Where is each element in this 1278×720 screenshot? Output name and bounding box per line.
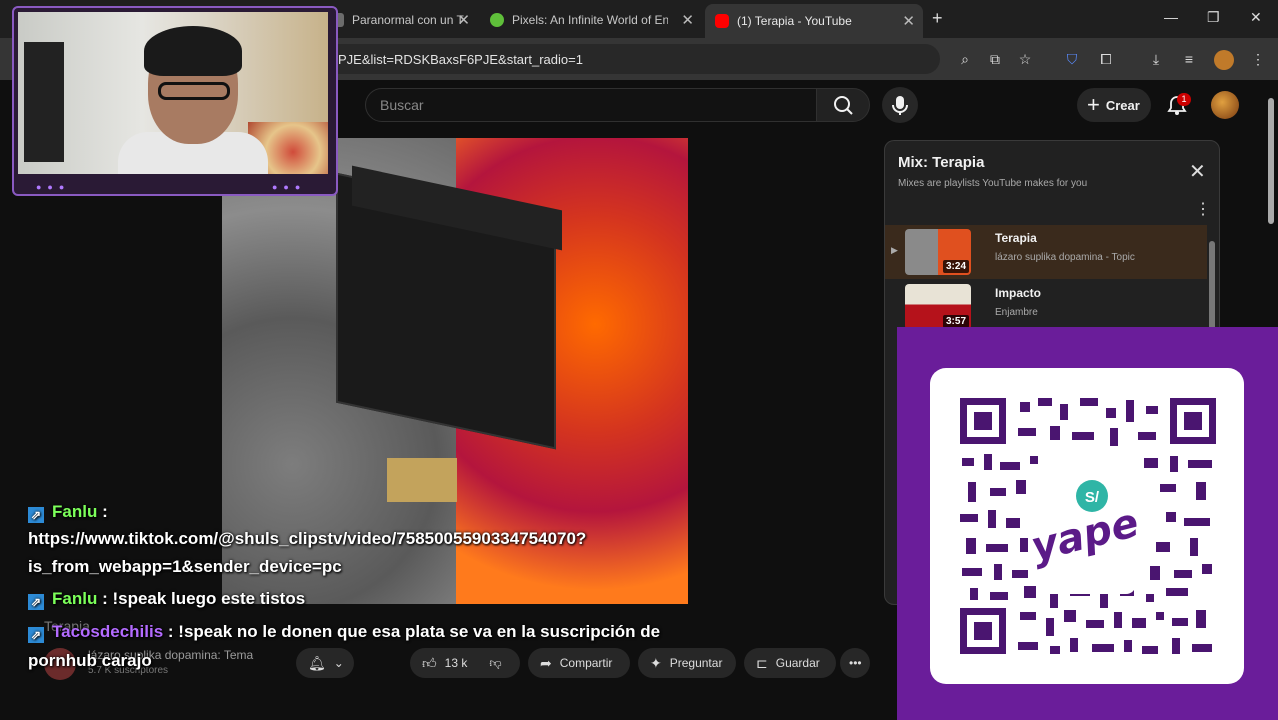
- chat-message-text: !speak luego este tistos: [112, 589, 306, 608]
- search-input[interactable]: Buscar: [365, 88, 817, 122]
- save-label: Guardar: [775, 656, 820, 670]
- glasses-image: [158, 82, 230, 100]
- playlist-item-title: Impacto: [995, 286, 1042, 300]
- account-avatar[interactable]: [1211, 91, 1239, 119]
- playlist-item[interactable]: 3:57 Impacto Enjambre: [885, 280, 1207, 334]
- zoom-icon[interactable]: ⌕: [956, 50, 974, 68]
- chat-separator: :: [97, 502, 108, 521]
- save-button[interactable]: ⊏ Guardar: [744, 648, 836, 678]
- thumbs-down-icon[interactable]: 👎︎: [489, 656, 501, 671]
- playlist-item-artist: lázaro suplika dopamina - Topic: [995, 252, 1135, 263]
- like-count: 13 k: [444, 656, 468, 670]
- create-label: Crear: [1105, 97, 1140, 113]
- more-horizontal-icon: •••: [849, 656, 862, 670]
- minimize-icon[interactable]: —: [1164, 9, 1178, 25]
- now-playing-icon: ▶: [891, 245, 898, 255]
- media-control-icon[interactable]: ≡: [1180, 50, 1198, 68]
- share-label: Compartir: [559, 656, 613, 670]
- chat-badge-icon: ⇗: [28, 627, 44, 643]
- share-button[interactable]: ➦ Compartir: [528, 648, 630, 678]
- bell-icon: 🔔︎: [308, 654, 326, 671]
- background-tv-image: [24, 42, 64, 162]
- yape-currency-text: S/: [1085, 489, 1100, 506]
- more-vertical-icon[interactable]: ⋮: [1195, 199, 1211, 219]
- video-thumbnail: 3:24: [905, 229, 971, 275]
- chat-username: Fanlu: [52, 502, 98, 521]
- tab-title: Pixels: An Infinite World of Endl: [512, 13, 668, 27]
- webcam-deco-dots: ●●●: [272, 182, 307, 192]
- share-icon: ➦: [540, 654, 552, 671]
- url-text[interactable]: PJE&list=RDSKBaxsF6PJE&start_radio=1: [338, 52, 583, 67]
- voice-search-button[interactable]: [882, 87, 918, 123]
- notification-bell-pill[interactable]: 🔔︎ ⌄: [296, 648, 354, 678]
- search-button[interactable]: [816, 88, 870, 122]
- chat-message-text: https://www.tiktok.com/@shuls_clipstv/vi…: [28, 529, 587, 548]
- yape-qr-code-icon: S/ yape: [960, 398, 1216, 654]
- chat-message-text: pornhub carajo: [28, 651, 152, 670]
- screen: Paranormal con un T ✕ Pixels: An Infinit…: [0, 0, 1278, 720]
- tab-title: (1) Terapia - YouTube: [737, 14, 852, 28]
- chat-username: Fanlu: [52, 589, 98, 608]
- create-button[interactable]: + Crear: [1077, 88, 1151, 122]
- close-icon[interactable]: ✕: [1189, 159, 1206, 184]
- ask-button[interactable]: ✦ Preguntar: [638, 648, 736, 678]
- video-thumbnail: 3:57: [905, 284, 971, 330]
- install-app-icon[interactable]: ⧉: [986, 50, 1004, 68]
- microphone-icon: [892, 96, 908, 115]
- tab-favicon-icon: [490, 13, 504, 27]
- bookmark-icon: ⊏: [756, 654, 768, 671]
- youtube-favicon-icon: [715, 14, 729, 28]
- chat-separator: :: [97, 589, 113, 608]
- more-actions-button[interactable]: •••: [840, 648, 870, 678]
- page-scrollbar[interactable]: [1268, 98, 1274, 224]
- chat-username: Tacosdechilis: [52, 622, 164, 641]
- tab-title: Paranormal con un T: [352, 13, 464, 27]
- restore-icon[interactable]: ❐: [1207, 9, 1220, 26]
- tab-paranormal[interactable]: Paranormal con un T ✕: [320, 6, 478, 34]
- ask-label: Preguntar: [669, 656, 723, 670]
- bookmark-star-icon[interactable]: ☆: [1016, 50, 1034, 68]
- chat-message-text: is_from_webapp=1&sender_device=pc: [28, 557, 342, 576]
- chat-badge-icon: ⇗: [28, 594, 44, 610]
- cardboard-label-image: [387, 458, 457, 502]
- chat-message-text: !speak no le donen que esa plata se va e…: [178, 622, 661, 641]
- new-tab-icon[interactable]: +: [932, 8, 943, 29]
- video-duration: 3:24: [942, 260, 969, 273]
- webcam-deco-dots: ●●●: [36, 182, 71, 192]
- close-tab-icon[interactable]: ✕: [457, 11, 470, 29]
- extension-shield-icon[interactable]: ⛉: [1063, 50, 1081, 68]
- chat-message: ⇗ Tacosdechilis : !speak no le donen que …: [28, 618, 660, 646]
- chat-message: ⇗ Fanlu :: [28, 498, 108, 526]
- chevron-down-icon: ⌄: [333, 656, 344, 670]
- playlist-item-title: Terapia: [995, 231, 1037, 245]
- profile-avatar-icon[interactable]: [1214, 50, 1234, 70]
- sparkle-icon: ✦: [650, 654, 662, 671]
- download-icon[interactable]: ⤓: [1147, 50, 1165, 68]
- plus-icon: +: [1087, 92, 1100, 117]
- mix-subtitle: Mixes are playlists YouTube makes for yo…: [898, 178, 1088, 189]
- chat-badge-icon: ⇗: [28, 507, 44, 523]
- playlist-scrollbar[interactable]: [1209, 241, 1215, 331]
- extensions-puzzle-icon[interactable]: ⧠: [1097, 50, 1115, 68]
- search-icon: [834, 96, 853, 115]
- close-tab-icon[interactable]: ✕: [681, 11, 694, 29]
- playlist-item-artist: Enjambre: [995, 307, 1038, 318]
- chat-message: ⇗ Fanlu : !speak luego este tistos: [28, 585, 305, 613]
- person-hair-image: [144, 26, 242, 76]
- close-window-icon[interactable]: ✕: [1250, 9, 1262, 26]
- like-dislike-pill[interactable]: 👍︎ 13 k 👎︎: [410, 648, 520, 678]
- close-tab-icon[interactable]: ✕: [902, 12, 915, 30]
- playlist-item[interactable]: ▶ 3:24 Terapia lázaro suplika dopamina -…: [885, 225, 1207, 279]
- webcam-feed: [18, 12, 328, 174]
- thumbs-up-icon[interactable]: 👍︎: [422, 655, 437, 672]
- chat-separator: :: [163, 622, 179, 641]
- tab-youtube-terapia[interactable]: (1) Terapia - YouTube ✕: [705, 4, 923, 38]
- browser-menu-icon[interactable]: ⋮: [1249, 50, 1267, 68]
- mix-title: Mix: Terapia: [898, 154, 985, 171]
- notification-badge: 1: [1177, 93, 1191, 106]
- tab-pixels[interactable]: Pixels: An Infinite World of Endl ✕: [480, 6, 702, 34]
